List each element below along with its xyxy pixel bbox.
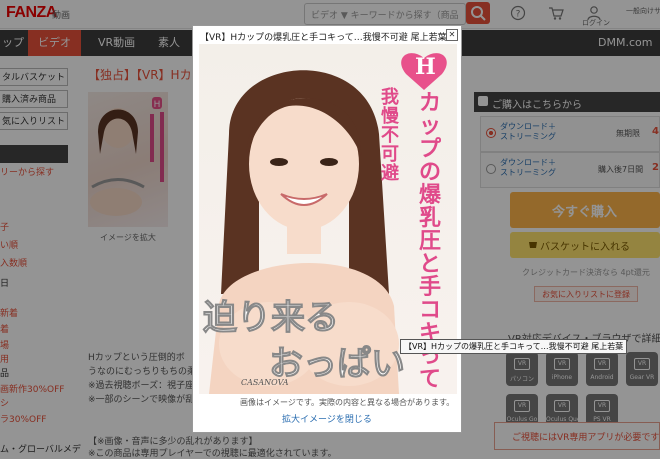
cover-tagline-1: 迫り来る xyxy=(203,298,340,339)
title-tooltip: 【VR】Hカップの爆乳圧と手コキって…我慢不可避 尾上若葉 xyxy=(400,339,628,354)
close-enlarged-image-link[interactable]: 拡大イメージを閉じる xyxy=(282,412,372,425)
close-icon[interactable]: ✕ xyxy=(446,29,458,41)
modal-title: 【VR】Hカップの爆乳圧と手コキって…我慢不可避 尾上若葉 xyxy=(200,33,447,43)
brand-logo: CASANOVA xyxy=(241,378,289,387)
cover-subheadline: 我慢不可避 xyxy=(381,87,399,184)
h-badge-text: H xyxy=(415,54,436,80)
cover-tagline-2: おっぱい xyxy=(269,344,406,385)
image-disclaimer: 画像はイメージです。実際の内容と異なる場合があります。 xyxy=(240,398,455,407)
